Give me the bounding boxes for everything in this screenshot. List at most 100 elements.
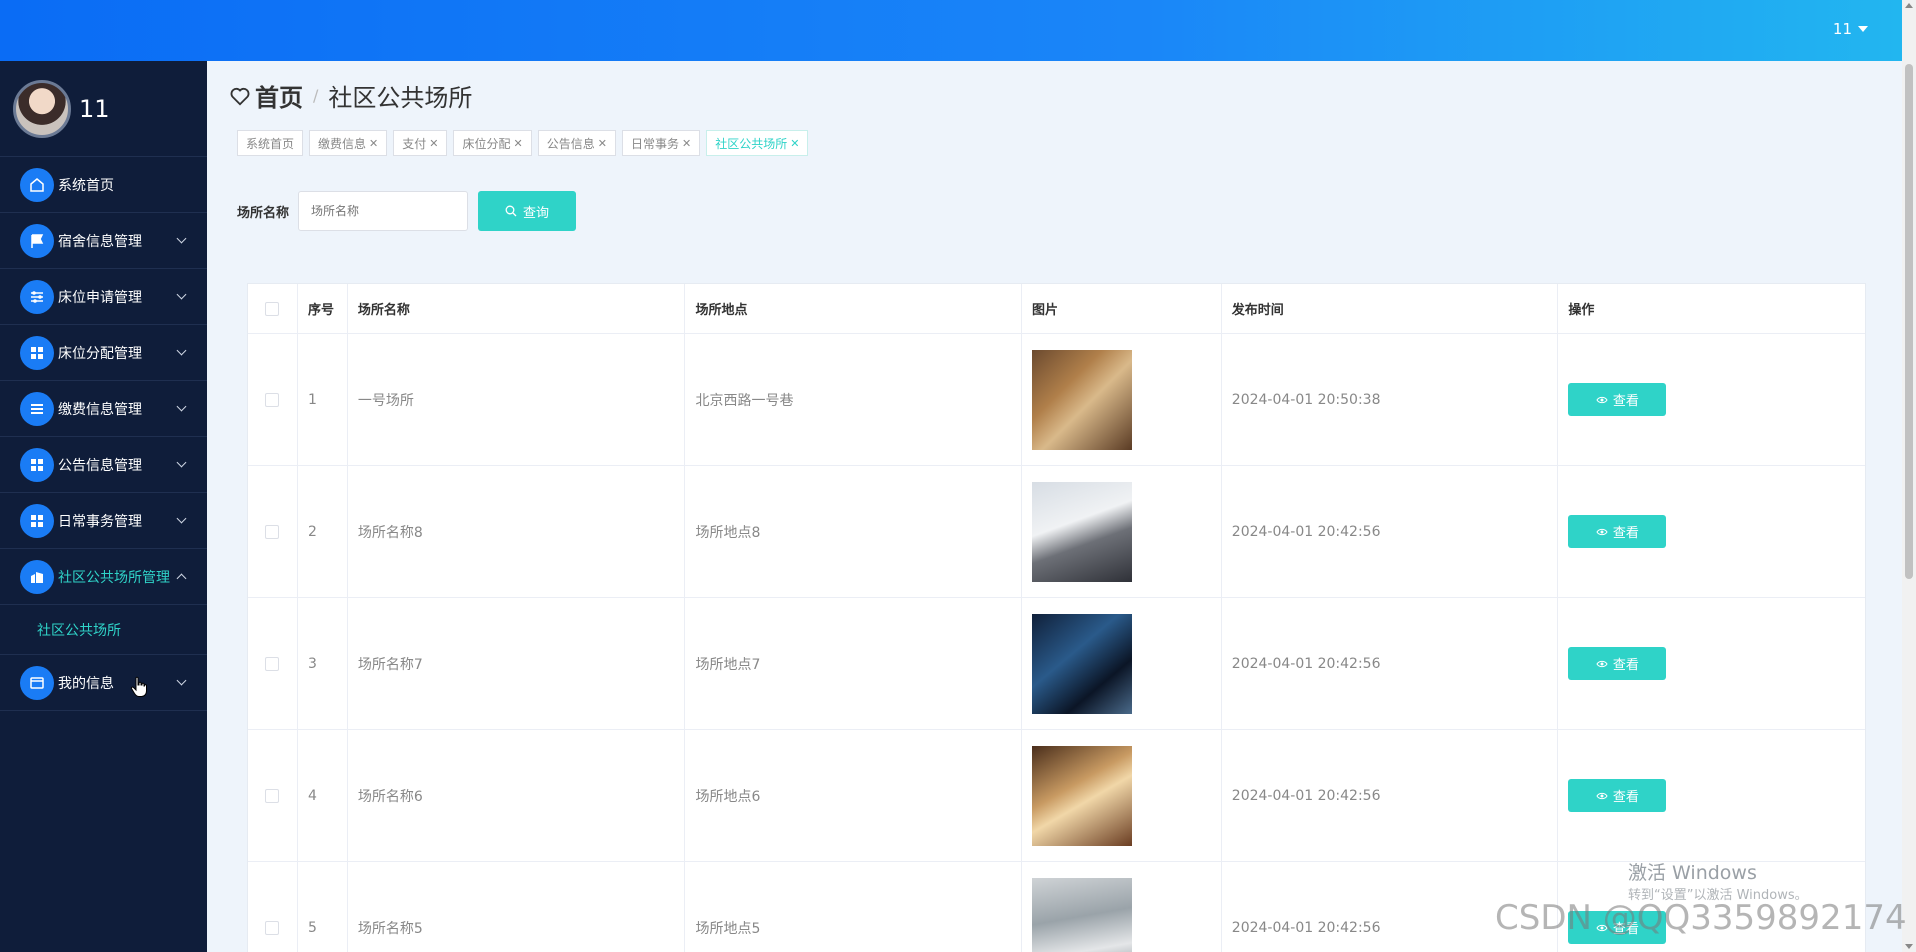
tab-daily[interactable]: 日常事务 ✕: [621, 130, 701, 156]
close-icon[interactable]: ✕: [682, 137, 691, 150]
cell-location: 场所地点5: [685, 862, 1023, 952]
place-image[interactable]: [1032, 349, 1133, 450]
query-button[interactable]: 查询: [478, 191, 577, 231]
main-content: 首页 / 社区公共场所 系统首页 缴费信息 ✕ 支付 ✕ 床位分配 ✕ 公告信息 ✕ 日…: [207, 61, 1902, 952]
view-button-label: 查看: [1612, 394, 1639, 409]
sidebar-item-label: 缴费信息管理: [58, 401, 142, 418]
view-button[interactable]: 查看: [1568, 647, 1667, 680]
page-scrollbar[interactable]: [1902, 0, 1916, 952]
table-row: 4 场所名称6 场所地点6 2024-04-01 20:42:56 查看: [248, 730, 1865, 862]
user-name: 11: [1832, 20, 1852, 38]
tab-payment-info[interactable]: 缴费信息 ✕: [309, 130, 388, 156]
home-icon: [20, 167, 54, 202]
close-icon[interactable]: ✕: [514, 137, 523, 150]
cell-time: 2024-04-01 20:42:56: [1222, 466, 1559, 597]
row-checkbox[interactable]: [265, 920, 280, 935]
sidebar-item-payment[interactable]: 缴费信息管理: [0, 381, 207, 437]
cell-name: 场所名称5: [348, 862, 686, 952]
column-header: 发布时间: [1222, 284, 1559, 333]
sidebar-item-bed-assign[interactable]: 床位分配管理: [0, 325, 207, 381]
table-row: 2 场所名称8 场所地点8 2024-04-01 20:42:56 查看: [248, 466, 1865, 598]
close-icon[interactable]: ✕: [429, 137, 438, 150]
tab-pay[interactable]: 支付 ✕: [393, 130, 448, 156]
search-icon: [505, 205, 517, 217]
csdn-watermark: CSDN @QQ3359892174: [1495, 898, 1907, 938]
sidebar-item-bed-apply[interactable]: 床位申请管理: [0, 269, 207, 325]
cell-index: 4: [298, 730, 348, 861]
sidebar-item-label: 床位分配管理: [58, 345, 142, 362]
cell-index: 2: [298, 466, 348, 597]
grid-icon: [20, 335, 54, 370]
table-row: 1 一号场所 北京西路一号巷 2024-04-01 20:50:38 查看: [248, 334, 1865, 466]
tab-label: 床位分配: [462, 136, 511, 151]
tab-home[interactable]: 系统首页: [237, 130, 304, 156]
scroll-up-icon[interactable]: [1905, 3, 1913, 8]
tab-label: 系统首页: [246, 136, 295, 151]
sidebar-item-daily[interactable]: 日常事务管理: [0, 493, 207, 549]
row-checkbox[interactable]: [265, 788, 280, 803]
cell-name: 一号场所: [348, 334, 686, 465]
tab-notice[interactable]: 公告信息 ✕: [537, 130, 616, 156]
heart-icon: [230, 87, 250, 106]
cell-location: 北京西路一号巷: [685, 334, 1023, 465]
select-all-checkbox[interactable]: [265, 301, 280, 316]
flag-icon: [20, 223, 54, 258]
eye-icon: [1596, 792, 1608, 799]
sidebar-subitem-public-places[interactable]: 社区公共场所: [0, 605, 207, 655]
place-image[interactable]: [1032, 877, 1133, 952]
sidebar-item-dorm[interactable]: 宿舍信息管理: [0, 213, 207, 269]
sidebar-item-home[interactable]: 系统首页: [0, 157, 207, 213]
tab-label: 日常事务: [630, 136, 679, 151]
close-icon[interactable]: ✕: [790, 137, 799, 150]
tab-label: 社区公共场所: [715, 136, 788, 151]
column-header: 图片: [1022, 284, 1222, 333]
table-row: 3 场所名称7 场所地点7 2024-04-01 20:42:56 查看: [248, 598, 1865, 730]
place-image[interactable]: [1032, 745, 1133, 846]
cell-index: 1: [298, 334, 348, 465]
close-icon[interactable]: ✕: [369, 137, 378, 150]
sidebar-item-label: 日常事务管理: [58, 513, 142, 530]
chevron-down-icon: [176, 675, 187, 686]
chevron-down-icon: [176, 401, 187, 412]
row-checkbox[interactable]: [265, 392, 280, 407]
chevron-down-icon: [176, 457, 187, 468]
breadcrumb-home[interactable]: 首页: [255, 78, 303, 113]
tab-public-places[interactable]: 社区公共场所 ✕: [706, 130, 809, 156]
sidebar-item-public-places[interactable]: 社区公共场所管理: [0, 549, 207, 605]
profile: 11: [0, 61, 207, 157]
view-button[interactable]: 查看: [1568, 515, 1667, 548]
column-header: 场所名称: [348, 284, 686, 333]
cell-name: 场所名称6: [348, 730, 686, 861]
cell-name: 场所名称8: [348, 466, 686, 597]
view-button-label: 查看: [1612, 526, 1639, 541]
mouse-pointer-icon: [130, 676, 147, 697]
eye-icon: [1596, 528, 1608, 535]
tab-bar: 系统首页 缴费信息 ✕ 支付 ✕ 床位分配 ✕ 公告信息 ✕ 日常事务 ✕ 社区公共场所 ✕: [237, 130, 809, 156]
breadcrumb: 首页 / 社区公共场所: [229, 78, 472, 113]
user-menu[interactable]: 11: [1833, 20, 1868, 38]
caret-down-icon: [1858, 26, 1868, 32]
sidebar-item-my-info[interactable]: 我的信息: [0, 655, 207, 711]
avatar: [13, 79, 71, 138]
scrollbar-thumb[interactable]: [1905, 64, 1913, 579]
chevron-down-icon: [176, 233, 187, 244]
cell-location: 场所地点6: [685, 730, 1023, 861]
close-icon[interactable]: ✕: [598, 137, 607, 150]
cell-time: 2024-04-01 20:50:38: [1222, 334, 1559, 465]
view-button-label: 查看: [1612, 790, 1639, 805]
column-header: 序号: [298, 284, 348, 333]
search-input[interactable]: [298, 191, 469, 231]
row-checkbox[interactable]: [265, 524, 280, 539]
tab-bed-assign[interactable]: 床位分配 ✕: [453, 130, 532, 156]
cell-name: 场所名称7: [348, 598, 686, 729]
places-table: 序号 场所名称 场所地点 图片 发布时间 操作 1 一号场所 北京西路一号巷 2…: [247, 283, 1866, 952]
place-image[interactable]: [1032, 613, 1133, 714]
cell-index: 3: [298, 598, 348, 729]
view-button[interactable]: 查看: [1568, 779, 1667, 812]
scroll-down-icon[interactable]: [1905, 944, 1913, 949]
grid-icon: [20, 447, 54, 482]
place-image[interactable]: [1032, 481, 1133, 582]
sidebar-item-notice[interactable]: 公告信息管理: [0, 437, 207, 493]
row-checkbox[interactable]: [265, 656, 280, 671]
view-button[interactable]: 查看: [1568, 383, 1667, 416]
